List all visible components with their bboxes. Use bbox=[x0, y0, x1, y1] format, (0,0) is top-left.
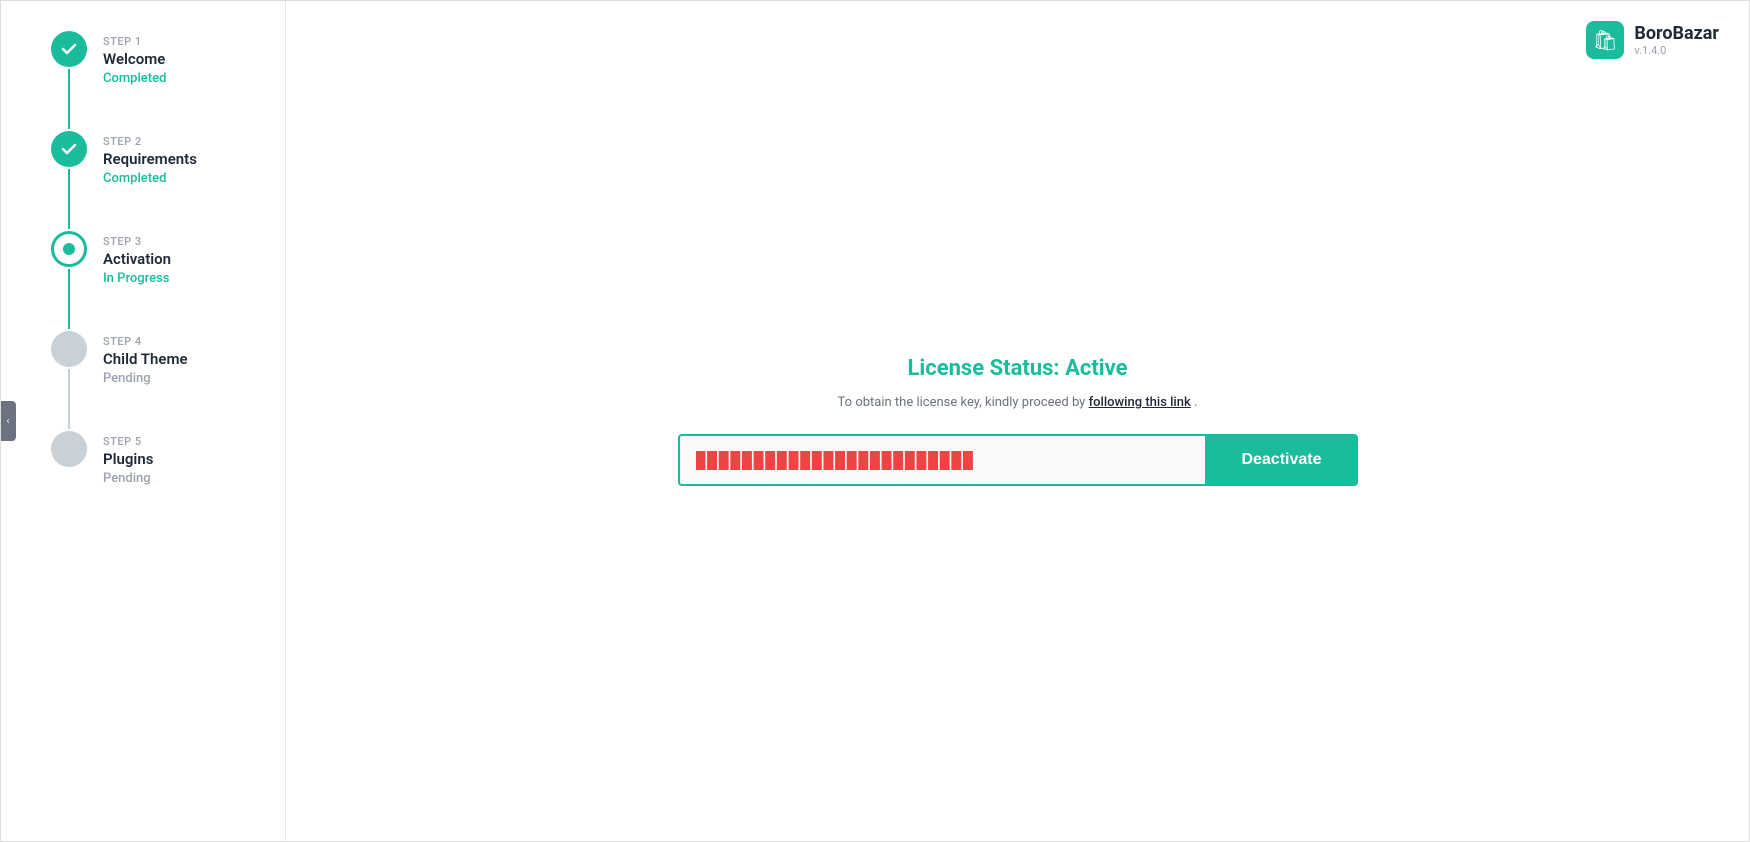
step-circle-2 bbox=[51, 131, 87, 167]
step-connector-1 bbox=[68, 69, 70, 129]
step-left-4 bbox=[51, 331, 87, 431]
step-left-1 bbox=[51, 31, 87, 131]
brand-icon: 🛍 bbox=[1586, 21, 1624, 59]
brand-name: BoroBazar bbox=[1634, 23, 1719, 44]
step-title-1: Welcome bbox=[103, 50, 166, 68]
step-left-2 bbox=[51, 131, 87, 231]
step-item-3[interactable]: STEP 3 Activation In Progress bbox=[51, 231, 285, 331]
brand-logo: 🛍 BoroBazar v.1.4.0 bbox=[1586, 21, 1719, 59]
step-label-4: STEP 4 bbox=[103, 335, 188, 348]
license-heading: License Status: Active bbox=[908, 356, 1128, 381]
step-status-4: Pending bbox=[103, 371, 188, 386]
brand-text-block: BoroBazar v.1.4.0 bbox=[1634, 23, 1719, 57]
deactivate-button[interactable]: Deactivate bbox=[1205, 434, 1357, 486]
step-title-3: Activation bbox=[103, 250, 171, 268]
license-subtext: To obtain the license key, kindly procee… bbox=[838, 395, 1198, 410]
step-status-1: Completed bbox=[103, 71, 166, 86]
step-content-5: STEP 5 Plugins Pending bbox=[103, 431, 153, 486]
step-status-2: Completed bbox=[103, 171, 197, 186]
brand-version: v.1.4.0 bbox=[1634, 44, 1719, 57]
license-subtext-text: To obtain the license key, kindly procee… bbox=[838, 395, 1086, 410]
collapse-tab[interactable]: ‹ bbox=[0, 401, 16, 441]
step-status-3: In Progress bbox=[103, 271, 171, 286]
step-title-5: Plugins bbox=[103, 450, 153, 468]
step-circle-1 bbox=[51, 31, 87, 67]
license-status-text: Active bbox=[1065, 356, 1127, 381]
step-status-5: Pending bbox=[103, 471, 153, 486]
step-connector-3 bbox=[68, 269, 70, 329]
step-item-4[interactable]: STEP 4 Child Theme Pending bbox=[51, 331, 285, 431]
collapse-icon: ‹ bbox=[6, 416, 9, 427]
step-content-2: STEP 2 Requirements Completed bbox=[103, 131, 197, 186]
step-label-5: STEP 5 bbox=[103, 435, 153, 448]
step-label-3: STEP 3 bbox=[103, 235, 171, 248]
step-content-4: STEP 4 Child Theme Pending bbox=[103, 331, 188, 386]
step-left-5 bbox=[51, 431, 87, 467]
step-title-2: Requirements bbox=[103, 150, 197, 168]
step-connector-4 bbox=[68, 369, 70, 429]
step-label-2: STEP 2 bbox=[103, 135, 197, 148]
license-link[interactable]: following this link bbox=[1089, 395, 1191, 410]
step-connector-2 bbox=[68, 169, 70, 229]
step-item-5[interactable]: STEP 5 Plugins Pending bbox=[51, 431, 285, 486]
step-item-2[interactable]: STEP 2 Requirements Completed bbox=[51, 131, 285, 231]
step-circle-5 bbox=[51, 431, 87, 467]
step-content-1: STEP 1 Welcome Completed bbox=[103, 31, 166, 86]
sidebar: ‹ STEP 1 Welcome Completed STEP 2 Requiremen… bbox=[1, 1, 286, 841]
license-input-row: Deactivate bbox=[678, 434, 1358, 486]
step-title-4: Child Theme bbox=[103, 350, 188, 368]
brand-icon-glyph: 🛍 bbox=[1593, 28, 1618, 52]
step-content-3: STEP 3 Activation In Progress bbox=[103, 231, 171, 286]
step-label-1: STEP 1 bbox=[103, 35, 166, 48]
step-left-3 bbox=[51, 231, 87, 331]
steps-container: STEP 1 Welcome Completed STEP 2 Requirements… bbox=[51, 31, 285, 486]
step-circle-3 bbox=[51, 231, 87, 267]
step-circle-4 bbox=[51, 331, 87, 367]
license-key-input[interactable] bbox=[678, 434, 1206, 486]
main-content: 🛍 BoroBazar v.1.4.0 License Status: Acti… bbox=[286, 1, 1749, 841]
license-heading-text: License Status: bbox=[908, 356, 1060, 381]
license-link-suffix: . bbox=[1194, 395, 1197, 410]
center-content: License Status: Active To obtain the lic… bbox=[286, 1, 1749, 841]
page-wrapper: ‹ STEP 1 Welcome Completed STEP 2 Requiremen… bbox=[0, 0, 1750, 842]
step-item-1[interactable]: STEP 1 Welcome Completed bbox=[51, 31, 285, 131]
